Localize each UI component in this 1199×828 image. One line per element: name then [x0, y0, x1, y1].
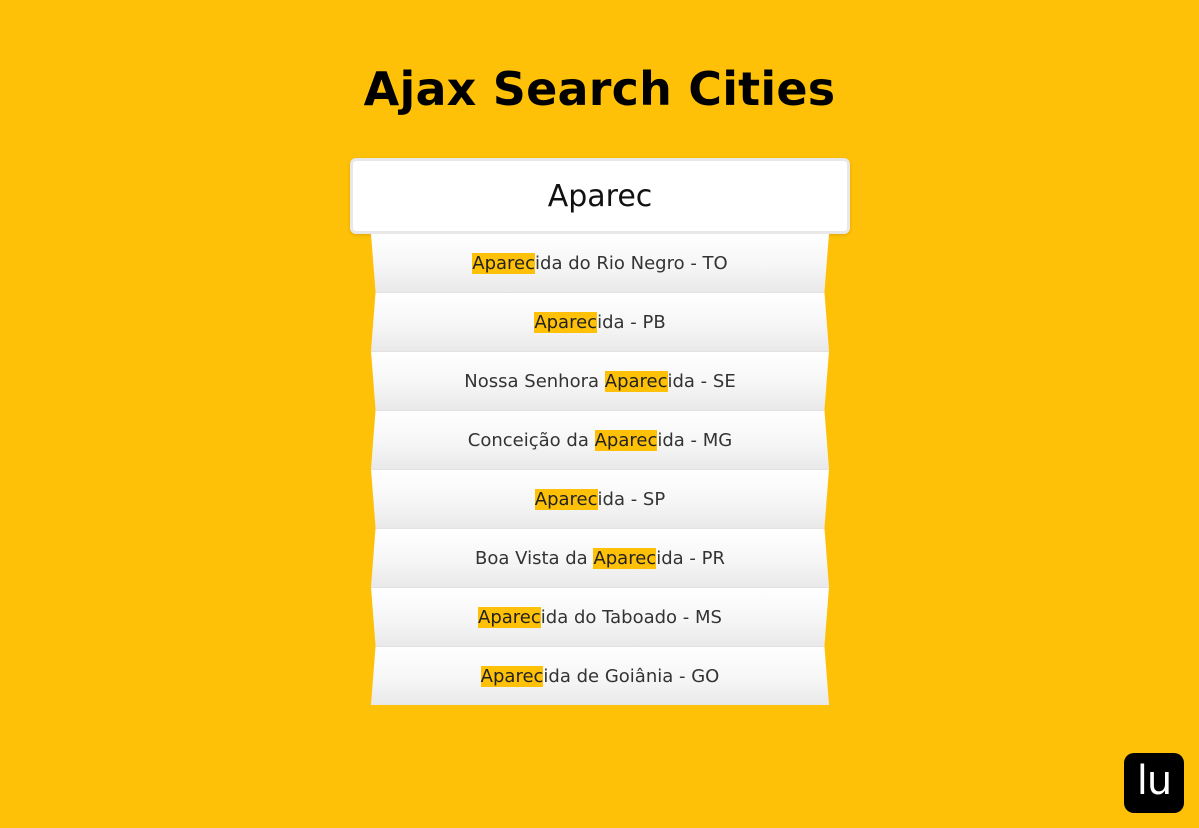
suggestion-item[interactable]: Aparecida do Taboado - MS: [371, 587, 829, 646]
search-box: [350, 158, 850, 234]
suggestion-item[interactable]: Conceição da Aparecida - MG: [371, 410, 829, 469]
match-highlight: Aparec: [480, 666, 544, 687]
suggestion-prefix: Boa Vista da: [475, 548, 594, 569]
suggestion-item[interactable]: Boa Vista da Aparecida - PR: [371, 528, 829, 587]
suggestion-suffix: ida do Rio Negro - TO: [535, 253, 728, 274]
brand-logo: lu: [1124, 753, 1184, 813]
suggestion-item[interactable]: Aparecida do Rio Negro - TO: [371, 234, 829, 292]
page-title: Ajax Search Cities: [363, 62, 836, 116]
suggestion-suffix: ida - MG: [657, 430, 733, 451]
match-highlight: Aparec: [472, 253, 536, 274]
suggestion-suffix: ida de Goiânia - GO: [543, 666, 720, 687]
suggestion-item[interactable]: Aparecida - SP: [371, 469, 829, 528]
match-highlight: Aparec: [478, 607, 541, 628]
suggestion-item[interactable]: Nossa Senhora Aparecida - SE: [371, 351, 829, 410]
suggestion-prefix: Conceição da: [467, 430, 595, 451]
suggestions-list: Aparecida do Rio Negro - TO Aparecida - …: [371, 234, 829, 705]
suggestion-item[interactable]: Aparecida de Goiânia - GO: [371, 646, 829, 705]
search-input[interactable]: [353, 161, 847, 231]
suggestion-suffix: ida - PR: [656, 548, 725, 569]
suggestion-suffix: ida do Taboado - MS: [540, 607, 722, 628]
suggestion-suffix: ida - PB: [597, 312, 666, 333]
match-highlight: Aparec: [534, 312, 598, 333]
suggestion-suffix: ida - SE: [667, 371, 736, 392]
suggestion-suffix: ida - SP: [597, 489, 666, 510]
match-highlight: Aparec: [534, 489, 598, 510]
match-highlight: Aparec: [604, 371, 668, 392]
suggestion-prefix: Nossa Senhora: [464, 371, 605, 392]
match-highlight: Aparec: [593, 548, 657, 569]
suggestion-item[interactable]: Aparecida - PB: [371, 292, 829, 351]
match-highlight: Aparec: [594, 430, 658, 451]
